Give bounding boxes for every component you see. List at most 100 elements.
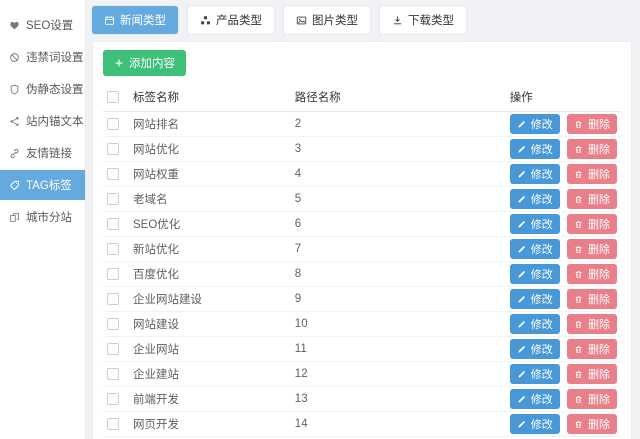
edit-button[interactable]: 修改 [510,339,560,359]
sidebar-item[interactable]: 城市分站 [0,202,85,232]
download-icon [392,15,403,26]
table-row: 网站权重 4 修改 删除 [103,162,621,187]
tag-name-cell: 前端开发 [129,387,291,412]
delete-button[interactable]: 删除 [567,139,617,159]
main-content: 新闻类型 产品类型 图片类型 下载类型 添加内容 [86,0,640,439]
pencil-icon [517,145,526,154]
row-checkbox[interactable] [107,318,119,330]
table-body: 网站排名 2 修改 删除 网站优化 3 修改 删除 [103,112,621,439]
row-checkbox[interactable] [107,143,119,155]
trash-icon [574,170,583,179]
product-icon [200,15,211,26]
image-icon [296,15,307,26]
delete-button[interactable]: 删除 [567,164,617,184]
sidebar-item[interactable]: 友情链接 [0,138,85,168]
table-row: 新站优化 7 修改 删除 [103,237,621,262]
tab[interactable]: 新闻类型 [92,6,178,34]
trash-icon [574,320,583,329]
sidebar-item[interactable]: SEO设置 [0,10,85,40]
tab[interactable]: 图片类型 [284,6,370,34]
path-name-cell: 7 [291,237,506,262]
path-name-cell: 8 [291,262,506,287]
sidebar-item[interactable]: 违禁词设置 [0,42,85,72]
path-name-cell: 12 [291,362,506,387]
row-checkbox[interactable] [107,168,119,180]
add-content-label: 添加内容 [129,55,175,71]
page: SEO设置 违禁词设置 伪静态设置 站内锚文本 友情链接 TAG标签 城市分站 … [0,0,640,439]
pencil-icon [517,345,526,354]
sidebar-item[interactable]: 伪静态设置 [0,74,85,104]
shield-icon [9,84,20,95]
edit-button[interactable]: 修改 [510,364,560,384]
row-checkbox[interactable] [107,118,119,130]
delete-button[interactable]: 删除 [567,364,617,384]
row-checkbox[interactable] [107,393,119,405]
sitemap-icon [9,116,20,127]
edit-button[interactable]: 修改 [510,414,560,434]
pencil-icon [517,120,526,129]
trash-icon [574,220,583,229]
tab-label: 新闻类型 [120,12,166,28]
sidebar-item-label: 站内锚文本 [26,113,84,129]
row-checkbox[interactable] [107,343,119,355]
edit-button[interactable]: 修改 [510,114,560,134]
path-name-cell: 4 [291,162,506,187]
ban-icon [9,52,20,63]
sidebar-item[interactable]: 站内锚文本 [0,106,85,136]
add-content-button[interactable]: 添加内容 [103,50,186,76]
delete-button[interactable]: 删除 [567,289,617,309]
row-checkbox[interactable] [107,218,119,230]
select-all-checkbox[interactable] [107,91,119,103]
edit-button[interactable]: 修改 [510,289,560,309]
edit-button[interactable]: 修改 [510,389,560,409]
sidebar-item-label: 伪静态设置 [26,81,84,97]
tab[interactable]: 产品类型 [188,6,274,34]
row-checkbox[interactable] [107,243,119,255]
row-checkbox[interactable] [107,193,119,205]
calendar-icon [104,15,115,26]
delete-button[interactable]: 删除 [567,114,617,134]
trash-icon [574,195,583,204]
tag-name-cell: SEO优化 [129,212,291,237]
delete-button[interactable]: 删除 [567,239,617,259]
tag-name-cell: 企业网站 [129,337,291,362]
pencil-icon [517,220,526,229]
edit-button[interactable]: 修改 [510,189,560,209]
pencil-icon [517,245,526,254]
edit-button[interactable]: 修改 [510,264,560,284]
pencil-icon [517,295,526,304]
edit-button[interactable]: 修改 [510,214,560,234]
tag-name-cell: 网站优化 [129,137,291,162]
path-name-cell: 3 [291,137,506,162]
edit-button[interactable]: 修改 [510,314,560,334]
sidebar-item[interactable]: TAG标签 [0,170,85,200]
trash-icon [574,145,583,154]
trash-icon [574,420,583,429]
path-name-cell: 13 [291,387,506,412]
column-header-actions: 操作 [506,83,621,112]
path-name-cell: 9 [291,287,506,312]
delete-button[interactable]: 删除 [567,214,617,234]
trash-icon [574,370,583,379]
delete-button[interactable]: 删除 [567,264,617,284]
tab[interactable]: 下载类型 [380,6,466,34]
tags-table: 标签名称 路径名称 操作 网站排名 2 修改 删除 [103,83,621,439]
row-checkbox[interactable] [107,293,119,305]
edit-button[interactable]: 修改 [510,139,560,159]
delete-button[interactable]: 删除 [567,314,617,334]
row-checkbox[interactable] [107,368,119,380]
tag-name-cell: 网站权重 [129,162,291,187]
delete-button[interactable]: 删除 [567,189,617,209]
row-checkbox[interactable] [107,418,119,430]
type-tabbar: 新闻类型 产品类型 图片类型 下载类型 [92,6,632,34]
table-row: 老域名 5 修改 删除 [103,187,621,212]
delete-button[interactable]: 删除 [567,414,617,434]
heartbeat-icon [9,20,20,31]
edit-button[interactable]: 修改 [510,164,560,184]
edit-button[interactable]: 修改 [510,239,560,259]
tag-name-cell: 老域名 [129,187,291,212]
delete-button[interactable]: 删除 [567,389,617,409]
row-checkbox[interactable] [107,268,119,280]
pencil-icon [517,370,526,379]
delete-button[interactable]: 删除 [567,339,617,359]
